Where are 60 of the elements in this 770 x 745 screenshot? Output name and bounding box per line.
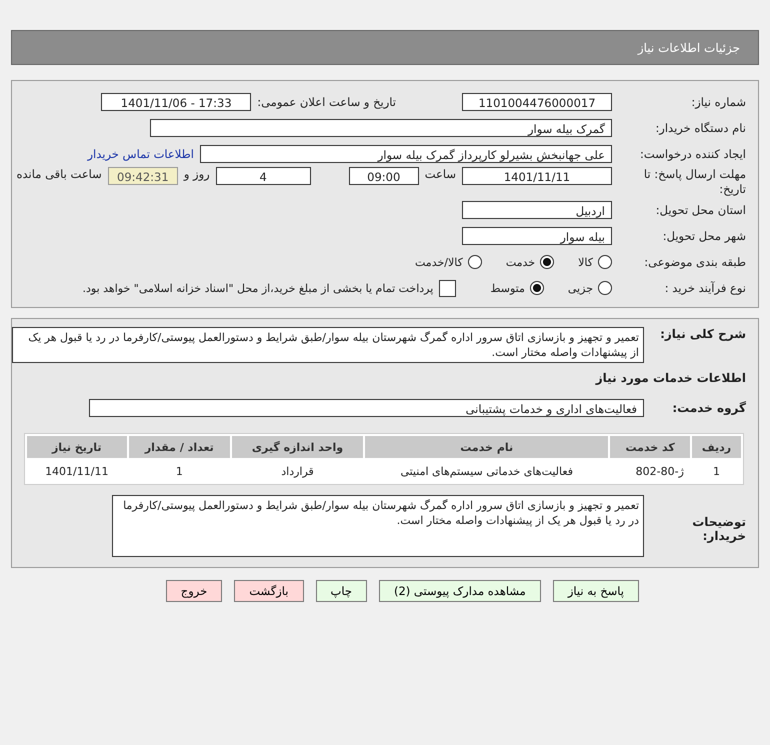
radio-button[interactable] — [598, 281, 612, 295]
radio-button[interactable] — [598, 255, 612, 269]
field-label: نام دستگاه خریدار: — [654, 121, 746, 135]
field-label: نوع فرآیند خرید : — [664, 281, 746, 295]
days-field: 4 — [216, 167, 311, 185]
province-field: اردبیل — [462, 201, 612, 219]
table-cell-text: فعالیت‌های خدماتی سیستم‌های امنیتی — [399, 464, 574, 480]
table-cell-text: 1401/11/11 — [44, 464, 110, 480]
buyer-notes-box: تعمیر و تجهیز و بازسازی اتاق سرور اداره گمرگ شهرستان بیله سوار/طبق شرایط و دستورالعمل پیوستی/کارفرما در رد یا قبول هر یک از پیشنهادات واصله مختار است. — [112, 495, 644, 557]
column-header: تعداد / مقدار — [128, 436, 230, 458]
action-button[interactable]: بازگشت — [234, 580, 304, 602]
table-cell-text: 1 — [174, 464, 184, 480]
checkbox-label: پرداخت تمام یا بخشی از مبلغ خرید،از محل "اسناد خزانه اسلامی" خواهد بود. — [82, 282, 434, 294]
checkbox[interactable] — [439, 280, 456, 296]
radio-button[interactable] — [468, 255, 482, 269]
deadline-time-field: 09:00 — [348, 167, 419, 185]
section-heading: اطلاعات خدمات مورد نیاز — [594, 370, 747, 387]
announce-date-field: 1401/11/06 - 17:33 — [101, 93, 252, 111]
radio-label: کالا — [578, 256, 593, 268]
action-button[interactable]: چاپ — [316, 580, 367, 602]
table-cell-text: قرارداد — [280, 464, 315, 480]
column-header: نام خدمت — [364, 436, 608, 458]
need-number-field: 1101004476000017 — [462, 93, 612, 111]
field-label: مهلت ارسال پاسخ: تا تاریخ: — [642, 167, 746, 197]
buyer-contact-link[interactable]: اطلاعات تماس خریدار — [87, 147, 194, 161]
field-label: شرح کلی نیاز: — [659, 327, 746, 341]
radio-label: متوسط — [490, 282, 525, 294]
action-button[interactable]: مشاهده مدارک پیوستی (2) — [378, 580, 541, 602]
radio-button[interactable] — [540, 255, 554, 269]
field-label: تاریخ و ساعت اعلان عمومی: — [257, 95, 396, 109]
field-label: روز و — [184, 167, 210, 181]
action-button[interactable]: پاسخ به نیاز — [552, 580, 639, 602]
action-button[interactable]: خروج — [166, 580, 222, 602]
table-cell-text: 1 — [712, 464, 721, 480]
field-label: ساعت — [424, 167, 456, 181]
column-header: تاریخ نیاز — [27, 436, 127, 458]
buyer-org-field: گمرک بیله سوار — [150, 119, 612, 137]
service-group-field: فعالیت‌های اداری و خدمات پشتیبانی — [89, 399, 644, 417]
field-label: ساعت باقی مانده — [16, 167, 102, 181]
field-label: گروه خدمت: — [671, 401, 746, 415]
city-field: بیله سوار — [462, 227, 612, 245]
deadline-date-field: 1401/11/11 — [462, 167, 612, 185]
field-label: شماره نیاز: — [690, 95, 746, 109]
page-title: جزئیات اطلاعات نیاز — [638, 40, 740, 54]
field-label: توضیحات خریدار: — [691, 515, 746, 543]
field-label: استان محل تحویل: — [654, 203, 746, 217]
remaining-time-field: 09:42:31 — [108, 167, 178, 185]
radio-label: خدمت — [506, 256, 536, 268]
column-header: واحد اندازه گیری — [232, 436, 363, 458]
column-header: ردیف — [692, 436, 741, 458]
requester-field: علی جهانبخش بشیرلو کارپرداز گمرک بیله سوار — [200, 145, 612, 163]
table-cell-text: ژ-80-802 — [634, 464, 685, 480]
radio-button[interactable] — [530, 281, 544, 295]
field-label: ایجاد کننده درخواست: — [639, 147, 746, 161]
description-box: تعمیر و تجهیز و بازسازی اتاق سرور اداره گمرگ شهرستان بیله سوار/طبق شرایط و دستورالعمل پیوستی/کارفرما در رد یا قبول هر یک از پیشنهادات واصله مختار است. — [12, 327, 644, 363]
field-label: طبقه بندی موضوعی: — [643, 255, 746, 269]
column-header: کد خدمت — [610, 436, 690, 458]
radio-label: جزیی — [568, 282, 593, 294]
field-label: شهر محل تحویل: — [662, 229, 746, 243]
radio-label: کالا/خدمت — [415, 256, 463, 268]
